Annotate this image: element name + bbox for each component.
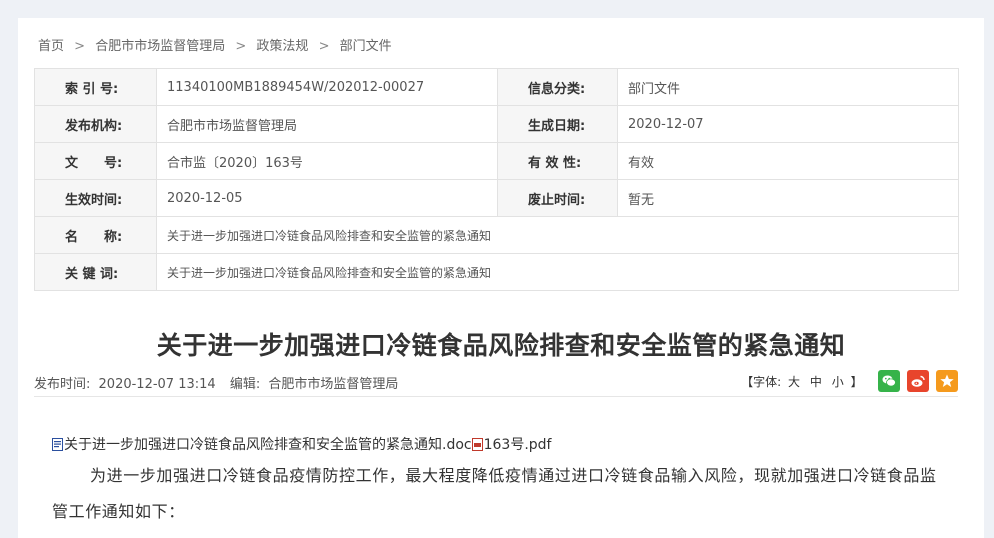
effective-date-value: 2020-12-05	[156, 179, 498, 217]
wechat-share-icon[interactable]	[877, 370, 900, 392]
index-number-value: 11340100MB1889454W/202012-00027	[156, 68, 498, 106]
font-size-switcher: 【字体: 大 中 小 】	[741, 373, 862, 390]
breadcrumb-separator: >	[74, 39, 86, 54]
breadcrumb-separator: >	[235, 39, 247, 54]
breadcrumb-separator: >	[318, 39, 330, 54]
doc-number-label: 文 号:	[34, 142, 157, 180]
abolish-date-label: 废止时间:	[497, 179, 618, 217]
effective-date-label: 生效时间:	[34, 179, 157, 217]
article-info-bar: 发布时间: 2020-12-07 13:14 编辑: 合肥市市场监督管理局 【字…	[34, 370, 958, 397]
weibo-share-icon[interactable]	[906, 370, 929, 392]
editor-value: 合肥市市场监督管理局	[268, 377, 399, 392]
font-size-medium-button[interactable]: 中	[810, 375, 822, 389]
keywords-label: 关 键 词:	[34, 253, 157, 291]
doc-number-value: 合市监〔2020〕163号	[156, 142, 498, 180]
abolish-date-value: 暂无	[617, 179, 959, 217]
publisher-value: 合肥市市场监督管理局	[156, 105, 498, 143]
created-date-label: 生成日期:	[497, 105, 618, 143]
meta-row: 名 称: 关于进一步加强进口冷链食品风险排查和安全监管的紧急通知	[34, 216, 959, 254]
attachment-pdf-link[interactable]: 163号.pdf	[484, 437, 552, 453]
breadcrumb: 首页 > 合肥市市场监督管理局 > 政策法规 > 部门文件	[38, 35, 392, 54]
content-panel: 首页 > 合肥市市场监督管理局 > 政策法规 > 部门文件 索 引 号: 113…	[18, 18, 984, 538]
meta-row: 文 号: 合市监〔2020〕163号 有 效 性: 有效	[34, 142, 959, 180]
validity-label: 有 效 性:	[497, 142, 618, 180]
doc-name-label: 名 称:	[34, 216, 157, 254]
editor-label: 编辑:	[229, 377, 261, 392]
favorite-star-icon[interactable]	[936, 370, 958, 392]
article-title: 关于进一步加强进口冷链食品风险排查和安全监管的紧急通知	[156, 331, 846, 360]
created-date-value: 2020-12-07	[617, 105, 959, 143]
breadcrumb-item-department-docs[interactable]: 部门文件	[340, 39, 392, 54]
category-label: 信息分类:	[497, 68, 618, 106]
document-meta-table: 索 引 号: 11340100MB1889454W/202012-00027 信…	[34, 68, 959, 291]
meta-row: 索 引 号: 11340100MB1889454W/202012-00027 信…	[34, 68, 959, 106]
attachments: 关于进一步加强进口冷链食品风险排查和安全监管的紧急通知.doc 163号.pdf	[52, 434, 551, 454]
breadcrumb-item-policy[interactable]: 政策法规	[256, 39, 308, 54]
keywords-value: 关于进一步加强进口冷链食品风险排查和安全监管的紧急通知	[156, 253, 959, 291]
doc-file-icon	[52, 438, 63, 451]
publish-time-label: 发布时间:	[34, 377, 91, 392]
doc-name-value: 关于进一步加强进口冷链食品风险排查和安全监管的紧急通知	[156, 216, 959, 254]
font-size-close: 】	[850, 374, 863, 389]
index-number-label: 索 引 号:	[34, 68, 157, 106]
publisher-label: 发布机构:	[34, 105, 157, 143]
publish-time-value: 2020-12-07 13:14	[98, 377, 216, 392]
font-size-label: 【字体:	[741, 374, 782, 389]
meta-row: 发布机构: 合肥市市场监督管理局 生成日期: 2020-12-07	[34, 105, 959, 143]
font-size-small-button[interactable]: 小	[832, 375, 844, 389]
pdf-file-icon	[471, 438, 483, 451]
article-paragraph: 为进一步加强进口冷链食品疫情防控工作，最大程度降低疫情通过进口冷链食品输入风险，…	[52, 466, 937, 521]
validity-value: 有效	[617, 142, 959, 180]
attachment-doc-link[interactable]: 关于进一步加强进口冷链食品风险排查和安全监管的紧急通知.doc	[64, 437, 472, 453]
meta-row: 关 键 词: 关于进一步加强进口冷链食品风险排查和安全监管的紧急通知	[34, 253, 959, 291]
meta-row: 生效时间: 2020-12-05 废止时间: 暂无	[34, 179, 959, 217]
breadcrumb-item-bureau[interactable]: 合肥市市场监督管理局	[95, 39, 225, 54]
font-size-large-button[interactable]: 大	[788, 375, 800, 389]
category-value: 部门文件	[617, 68, 959, 106]
breadcrumb-home[interactable]: 首页	[38, 39, 64, 54]
